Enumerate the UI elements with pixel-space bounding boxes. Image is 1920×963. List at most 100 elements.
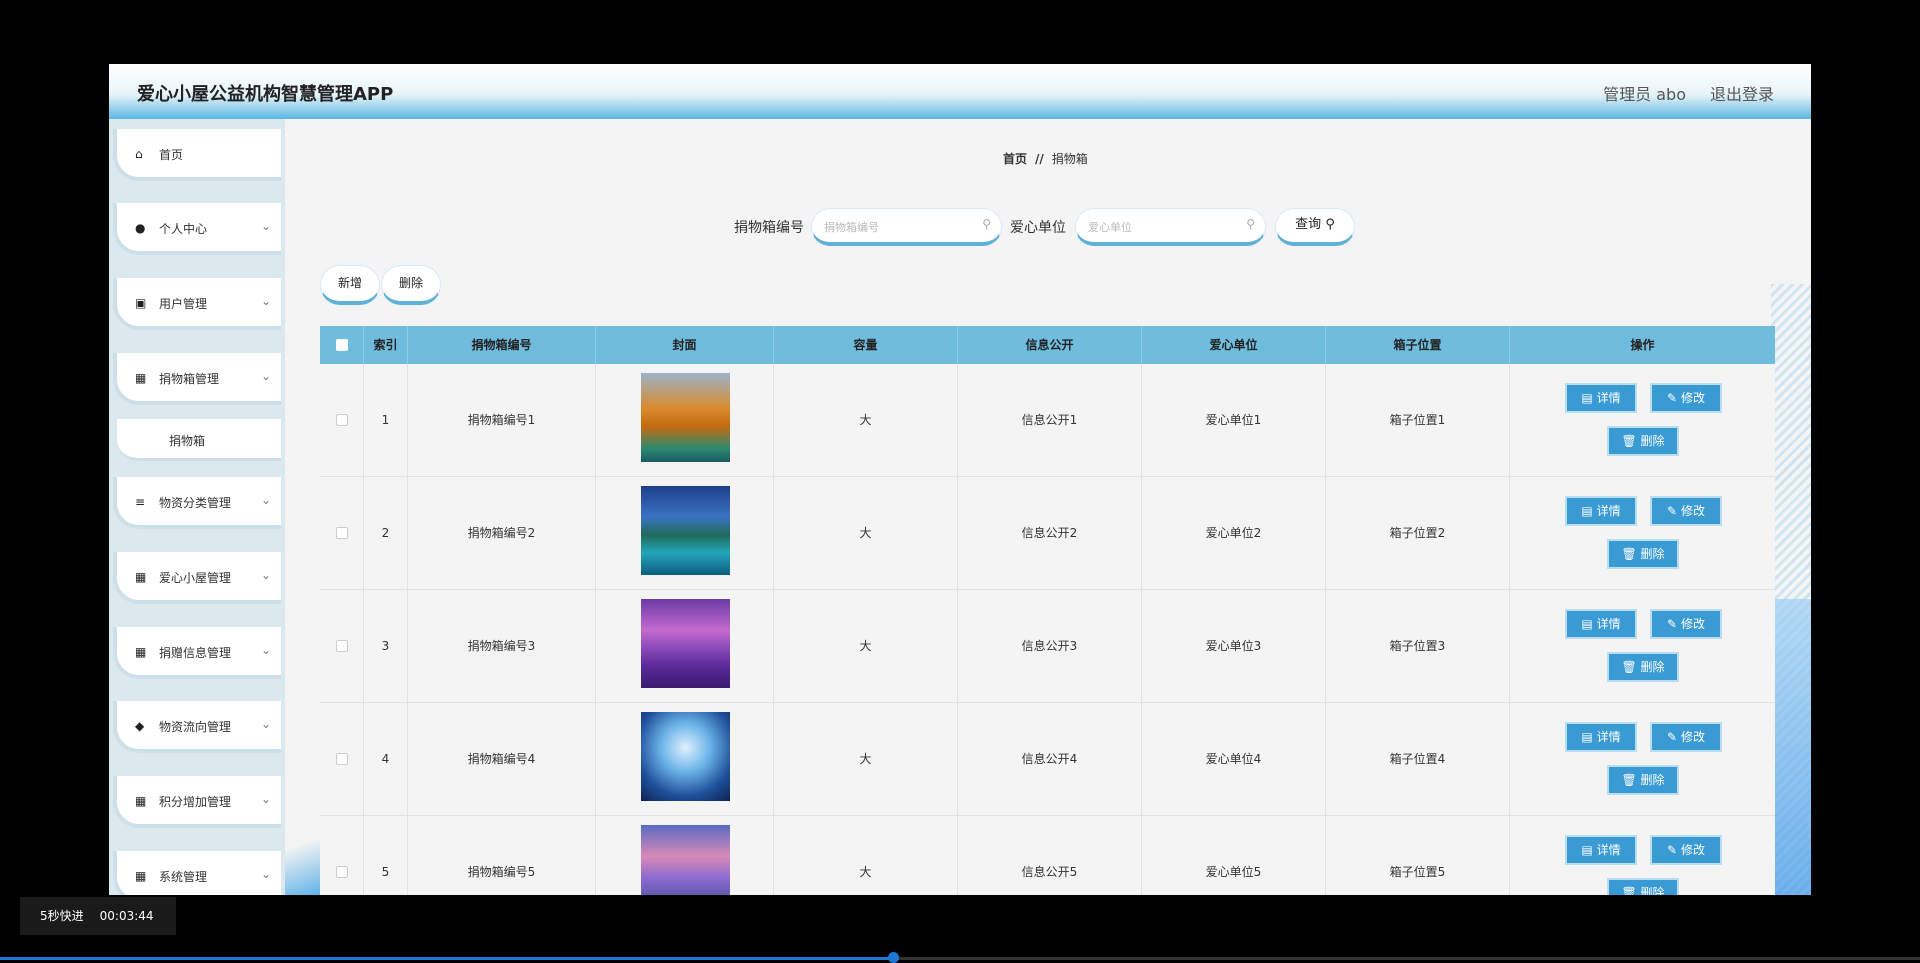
chevron-down-icon: ⌄ [260, 219, 271, 233]
box-code-cell: 捐物箱编号3 [408, 590, 596, 703]
detail-label: 详情 [1596, 391, 1621, 405]
home-icon: ⌂ [135, 147, 143, 161]
chevron-down-icon: ⌄ [260, 369, 271, 383]
cover-image[interactable] [641, 712, 730, 801]
delete-label: 删除 [1640, 547, 1665, 561]
edit-button[interactable]: ✎ 修改 [1650, 609, 1722, 639]
location-cell: 箱子位置4 [1326, 703, 1510, 816]
detail-label: 详情 [1596, 843, 1621, 857]
sidebar-subitem-donation-box[interactable]: 捐物箱 [117, 419, 281, 461]
sidebar-item-donation-box-management[interactable]: ▦ 捐物箱管理 ⌄ [113, 353, 281, 405]
cover-image[interactable] [641, 825, 730, 895]
operations-cell: ▤ 详情 ✎ 修改 🗑 删除 [1510, 703, 1775, 816]
index-cell: 2 [364, 477, 408, 590]
search-icon: ⚲ [1325, 217, 1335, 232]
detail-label: 详情 [1596, 617, 1621, 631]
app-title: 爱心小屋公益机构智慧管理APP [137, 84, 394, 105]
sidebar-item-material-flow-management[interactable]: ◆ 物资流向管理 ⌄ [113, 701, 281, 753]
edit-button[interactable]: ✎ 修改 [1650, 496, 1722, 526]
edit-label: 修改 [1680, 617, 1705, 631]
detail-label: 详情 [1596, 730, 1621, 744]
query-button[interactable]: 查询 ⚲ [1275, 208, 1355, 246]
edit-button[interactable]: ✎ 修改 [1650, 383, 1722, 413]
sidebar-item-user-management[interactable]: ▣ 用户管理 ⌄ [113, 278, 281, 330]
row-checkbox[interactable] [336, 414, 348, 426]
row-checkbox[interactable] [336, 866, 348, 878]
header-select-all [320, 326, 364, 364]
sidebar-item-personal-center[interactable]: ● 个人中心 ⌄ [113, 203, 281, 255]
header-index: 索引 [364, 326, 408, 364]
trash-icon: 🗑 [1621, 886, 1637, 895]
batch-delete-button[interactable]: 删除 [381, 265, 441, 305]
row-checkbox[interactable] [336, 753, 348, 765]
select-cell [320, 590, 364, 703]
sidebar-item-love-house-management[interactable]: ▦ 爱心小屋管理 ⌄ [113, 552, 281, 604]
admin-label: 管理员 abo [1603, 85, 1686, 104]
chevron-down-icon: ⌄ [260, 493, 271, 507]
cover-image[interactable] [641, 373, 730, 462]
chevron-down-icon: ⌄ [260, 867, 271, 881]
detail-button[interactable]: ▤ 详情 [1565, 722, 1637, 752]
sidebar-item-material-category-management[interactable]: ≡ 物资分类管理 ⌄ [113, 477, 281, 529]
box-code-field[interactable]: ⚲ [811, 208, 1002, 246]
sidebar-item-label: 首页 [159, 148, 184, 162]
delete-button[interactable]: 🗑 删除 [1607, 426, 1679, 456]
location-cell: 箱子位置5 [1326, 816, 1510, 895]
row-checkbox[interactable] [336, 640, 348, 652]
grid9-icon: ▦ [135, 645, 147, 659]
sidebar-item-label: 捐赠信息管理 [159, 646, 232, 660]
chevron-down-icon: ⌄ [260, 568, 271, 582]
table-row: 3 捐物箱编号3 大信息公开3 爱心单位3 箱子位置3 ▤ 详情 ✎ 修改 🗑 删除 [320, 590, 1775, 703]
cover-image[interactable] [641, 599, 730, 688]
delete-button[interactable]: 🗑 删除 [1607, 765, 1679, 795]
breadcrumb-home[interactable]: 首页 [1003, 152, 1027, 166]
main-content: 首页 // 捐物箱 捐物箱编号 ⚲ 爱心单位 ⚲ 查询 ⚲ 新增 删除 索引 捐物箱… [285, 119, 1811, 895]
operations-cell: ▤ 详情 ✎ 修改 🗑 删除 [1510, 477, 1775, 590]
box-code-cell: 捐物箱编号2 [408, 477, 596, 590]
box-code-input[interactable] [824, 218, 974, 236]
header-info: 信息公开 [958, 326, 1142, 364]
edit-button[interactable]: ✎ 修改 [1650, 835, 1722, 865]
sidebar-item-system-management[interactable]: ▦ 系统管理 ⌄ [113, 851, 281, 895]
cover-image[interactable] [641, 486, 730, 575]
table-row: 2 捐物箱编号2 大信息公开2 爱心单位2 箱子位置2 ▤ 详情 ✎ 修改 🗑 删除 [320, 477, 1775, 590]
unit-field[interactable]: ⚲ [1075, 208, 1266, 246]
index-cell: 1 [364, 364, 408, 477]
row-checkbox[interactable] [336, 527, 348, 539]
delete-button[interactable]: 🗑 删除 [1607, 652, 1679, 682]
select-cell [320, 703, 364, 816]
edit-icon: ✎ [1667, 730, 1678, 744]
fast-forward-label[interactable]: 5秒快进 [40, 909, 84, 923]
detail-button[interactable]: ▤ 详情 [1565, 609, 1637, 639]
unit-input[interactable] [1088, 218, 1238, 236]
sidebar-item-points-management[interactable]: ▦ 积分增加管理 ⌄ [113, 776, 281, 828]
list-icon: ≡ [135, 495, 146, 509]
sidebar-item-home[interactable]: ⌂ 首页 [113, 129, 281, 181]
edit-label: 修改 [1680, 391, 1705, 405]
location-cell: 箱子位置1 [1326, 364, 1510, 477]
sidebar-item-donation-info-management[interactable]: ▦ 捐赠信息管理 ⌄ [113, 627, 281, 679]
add-button[interactable]: 新增 [320, 265, 380, 305]
delete-button[interactable]: 🗑 删除 [1607, 539, 1679, 569]
delete-button[interactable]: 🗑 删除 [1607, 878, 1679, 895]
video-progress-knob[interactable] [887, 952, 899, 963]
select-all-checkbox[interactable] [336, 339, 348, 351]
detail-button[interactable]: ▤ 详情 [1565, 496, 1637, 526]
detail-button[interactable]: ▤ 详情 [1565, 835, 1637, 865]
index-cell: 3 [364, 590, 408, 703]
logout-link[interactable]: 退出登录 [1710, 81, 1774, 105]
edit-label: 修改 [1680, 843, 1705, 857]
trash-icon: 🗑 [1621, 660, 1637, 674]
top-bar: 爱心小屋公益机构智慧管理APP 管理员 abo 退出登录 [109, 64, 1811, 119]
sidebar: ⌂ 首页 ● 个人中心 ⌄ ▣ 用户管理 ⌄ ▦ 捐物箱管理 ⌄ 捐物箱 ≡ 物… [109, 119, 285, 895]
edit-label: 修改 [1680, 730, 1705, 744]
operations-cell: ▤ 详情 ✎ 修改 🗑 删除 [1510, 364, 1775, 477]
detail-button[interactable]: ▤ 详情 [1565, 383, 1637, 413]
search-icon: ⚲ [1246, 217, 1255, 231]
edit-button[interactable]: ✎ 修改 [1650, 722, 1722, 752]
grid-icon: ▦ [135, 371, 147, 385]
unit-cell: 爱心单位3 [1142, 590, 1326, 703]
header-operations: 操作 [1630, 338, 1655, 352]
header-cover: 封面 [596, 326, 774, 364]
sidebar-item-label: 物资流向管理 [159, 720, 232, 734]
